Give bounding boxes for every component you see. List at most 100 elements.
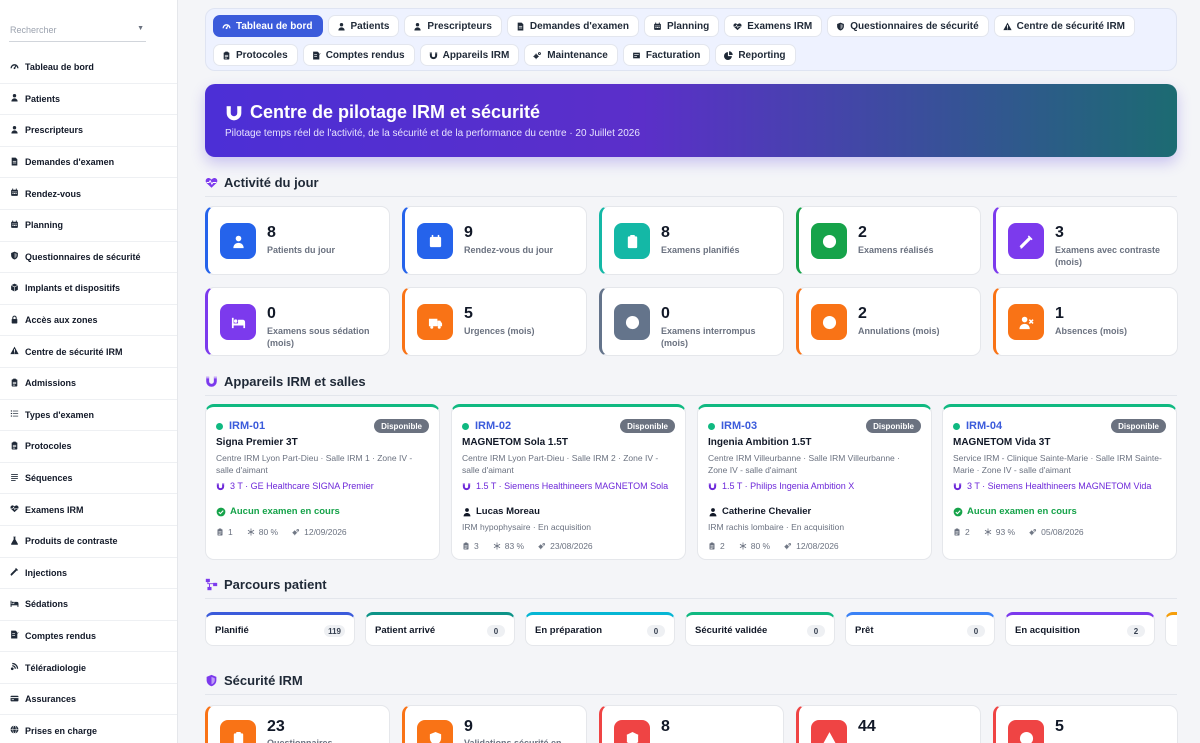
- device-status: Aucun examen en cours: [953, 506, 1077, 517]
- safety-stat-card[interactable]: 5: [993, 705, 1178, 743]
- stat-card[interactable]: 2 Annulations (mois): [796, 287, 981, 356]
- top-nav-maintenance[interactable]: Maintenance: [524, 44, 618, 66]
- top-nav-centre-de-securite-irm[interactable]: Centre de sécurité IRM: [993, 15, 1136, 37]
- sidebar-item-label: Centre de sécurité IRM: [25, 346, 123, 357]
- sidebar-item-injections[interactable]: Injections: [0, 558, 177, 590]
- device-location: Service IRM - Clinique Sainte-Marie · Sa…: [953, 453, 1162, 475]
- sidebar-item-comptes-rendus[interactable]: Comptes rendus: [0, 621, 177, 653]
- current-patient[interactable]: Lucas Moreau: [462, 506, 540, 517]
- sidebar-item-types-d-examen[interactable]: Types d'examen: [0, 400, 177, 432]
- stat-card[interactable]: 3 Examens avec contraste (mois): [993, 206, 1178, 275]
- stat-card[interactable]: 8 Examens planifiés: [599, 206, 784, 275]
- sidebar-item-sedations[interactable]: Sédations: [0, 589, 177, 621]
- top-nav-prescripteurs[interactable]: Prescripteurs: [404, 15, 502, 37]
- sidebar-item-protocoles[interactable]: Protocoles: [0, 431, 177, 463]
- stat-card[interactable]: 2 Examens réalisés: [796, 206, 981, 275]
- clipboard-icon: [708, 542, 716, 550]
- stat-value: 0: [267, 305, 276, 322]
- top-nav-tableau-de-bord[interactable]: Tableau de bord: [213, 15, 323, 37]
- sidebar-item-prescripteurs[interactable]: Prescripteurs: [0, 115, 177, 147]
- stat-card[interactable]: 9 Rendez-vous du jour: [402, 206, 587, 275]
- top-nav-demandes-d-examen[interactable]: Demandes d'examen: [506, 15, 639, 37]
- sidebar-item-centre-de-securite-irm[interactable]: Centre de sécurité IRM: [0, 336, 177, 368]
- stat-card[interactable]: 0 Examens interrompus (mois): [599, 287, 784, 356]
- clipboard-icon: [216, 528, 224, 536]
- device-spec-text: 3 T · GE Healthcare SIGNA Premier: [230, 481, 374, 491]
- safety-stat-card[interactable]: 8: [599, 705, 784, 743]
- pathway-step[interactable]: [1165, 612, 1177, 646]
- device-location: Centre IRM Lyon Part-Dieu · Salle IRM 1 …: [216, 453, 413, 475]
- sidebar-item-acces-aux-zones[interactable]: Accès aux zones: [0, 305, 177, 337]
- stat-card[interactable]: 5 Urgences (mois): [402, 287, 587, 356]
- stat-label: Annulations (mois): [858, 326, 940, 336]
- alert-circle-icon: [614, 304, 650, 340]
- top-nav-facturation[interactable]: Facturation: [622, 44, 711, 66]
- stat-label: Urgences (mois): [464, 326, 535, 336]
- mri-device-card[interactable]: IRM-04 Disponible MAGNETOM Vida 3T Service …: [942, 404, 1177, 560]
- status-badge: Disponible: [374, 419, 429, 433]
- divider: [205, 395, 1177, 396]
- sidebar-item-produits-de-contraste[interactable]: Produits de contraste: [0, 526, 177, 558]
- stat-label: Examens interrompus (mois): [661, 326, 756, 348]
- sidebar-item-admissions[interactable]: Admissions: [0, 368, 177, 400]
- sidebar-item-tableau-de-bord[interactable]: Tableau de bord: [0, 52, 177, 84]
- mri-device-card[interactable]: IRM-02 Disponible MAGNETOM Sola 1.5T Centre…: [451, 404, 686, 560]
- sidebar-item-implants-et-dispositifs[interactable]: Implants et dispositifs: [0, 273, 177, 305]
- search-box[interactable]: ▼: [9, 20, 146, 42]
- top-nav-reporting[interactable]: Reporting: [715, 44, 796, 66]
- bed-icon: [10, 599, 25, 610]
- sidebar-item-rendez-vous[interactable]: Rendez-vous: [0, 178, 177, 210]
- top-nav-appareils-irm[interactable]: Appareils IRM: [419, 44, 520, 66]
- device-status: Aucun examen en cours: [216, 506, 340, 517]
- magnet-icon: [953, 482, 967, 491]
- safety-stat-card[interactable]: 23 Questionnaires: [205, 705, 390, 743]
- sidebar-item-sequences[interactable]: Séquences: [0, 463, 177, 495]
- stat-card[interactable]: 0 Examens sous sédation (mois): [205, 287, 390, 356]
- chevron-down-icon[interactable]: ▼: [137, 25, 144, 32]
- top-nav-examens-irm[interactable]: Examens IRM: [724, 15, 823, 37]
- top-nav-patients[interactable]: Patients: [327, 15, 400, 37]
- top-nav-protocoles[interactable]: Protocoles: [213, 44, 298, 66]
- stat-label: Examens planifiés: [661, 245, 740, 255]
- mri-device-card[interactable]: IRM-03 Disponible Ingenia Ambition 1.5T Cen…: [697, 404, 932, 560]
- current-patient[interactable]: Catherine Chevalier: [708, 506, 811, 517]
- activity-title-text: Activité du jour: [224, 175, 319, 190]
- sidebar-item-planning[interactable]: Planning: [0, 210, 177, 242]
- hero-title-text: Centre de pilotage IRM et sécurité: [250, 102, 541, 122]
- shield-icon: [10, 251, 25, 262]
- safety-stat-card[interactable]: 44: [796, 705, 981, 743]
- sidebar-item-teleradiologie[interactable]: Téléradiologie: [0, 652, 177, 684]
- devices-section-title: Appareils IRM et salles: [205, 374, 366, 389]
- device-status-text: Aucun examen en cours: [967, 506, 1077, 517]
- top-nav-comptes-rendus[interactable]: Comptes rendus: [302, 44, 415, 66]
- stat-card[interactable]: 1 Absences (mois): [993, 287, 1178, 356]
- sequence-icon: [10, 473, 25, 484]
- heart-pulse-icon: [205, 176, 224, 189]
- device-status-text: Aucun examen en cours: [230, 506, 340, 517]
- stat-card[interactable]: 8 Patients du jour: [205, 206, 390, 275]
- top-nav-label: Prescripteurs: [427, 20, 492, 32]
- search-input[interactable]: [9, 20, 129, 40]
- sidebar-item-questionnaires-de-securite[interactable]: Questionnaires de sécurité: [0, 242, 177, 274]
- pathway-step[interactable]: Sécurité validée 0: [685, 612, 835, 646]
- pathway-step[interactable]: Planifié 119: [205, 612, 355, 646]
- pathway-step[interactable]: Prêt 0: [845, 612, 995, 646]
- sidebar-item-demandes-d-examen[interactable]: Demandes d'examen: [0, 147, 177, 179]
- top-nav-questionnaires-de-securite[interactable]: Questionnaires de sécurité: [827, 15, 989, 37]
- sidebar-item-assurances[interactable]: Assurances: [0, 684, 177, 716]
- device-code: IRM-04: [966, 420, 1003, 432]
- mri-device-card[interactable]: IRM-01 Disponible Signa Premier 3T Centre I…: [205, 404, 440, 560]
- sidebar-item-examens-irm[interactable]: Examens IRM: [0, 494, 177, 526]
- maintenance-date: 12/08/2026: [796, 541, 839, 551]
- pathway-step[interactable]: En préparation 0: [525, 612, 675, 646]
- sidebar-item-prises-en-charge[interactable]: Prises en charge: [0, 715, 177, 743]
- exam-count: 2: [720, 541, 725, 551]
- safety-stat-card[interactable]: 9 Validations sécurité en: [402, 705, 587, 743]
- activity-section-title: Activité du jour: [205, 175, 319, 190]
- pathway-step[interactable]: Patient arrivé 0: [365, 612, 515, 646]
- sidebar-item-patients[interactable]: Patients: [0, 84, 177, 116]
- top-nav-planning[interactable]: Planning: [643, 15, 720, 37]
- pathway-step[interactable]: En acquisition 2: [1005, 612, 1155, 646]
- calendar-icon: [10, 188, 25, 199]
- top-nav-label: Tableau de bord: [236, 20, 313, 32]
